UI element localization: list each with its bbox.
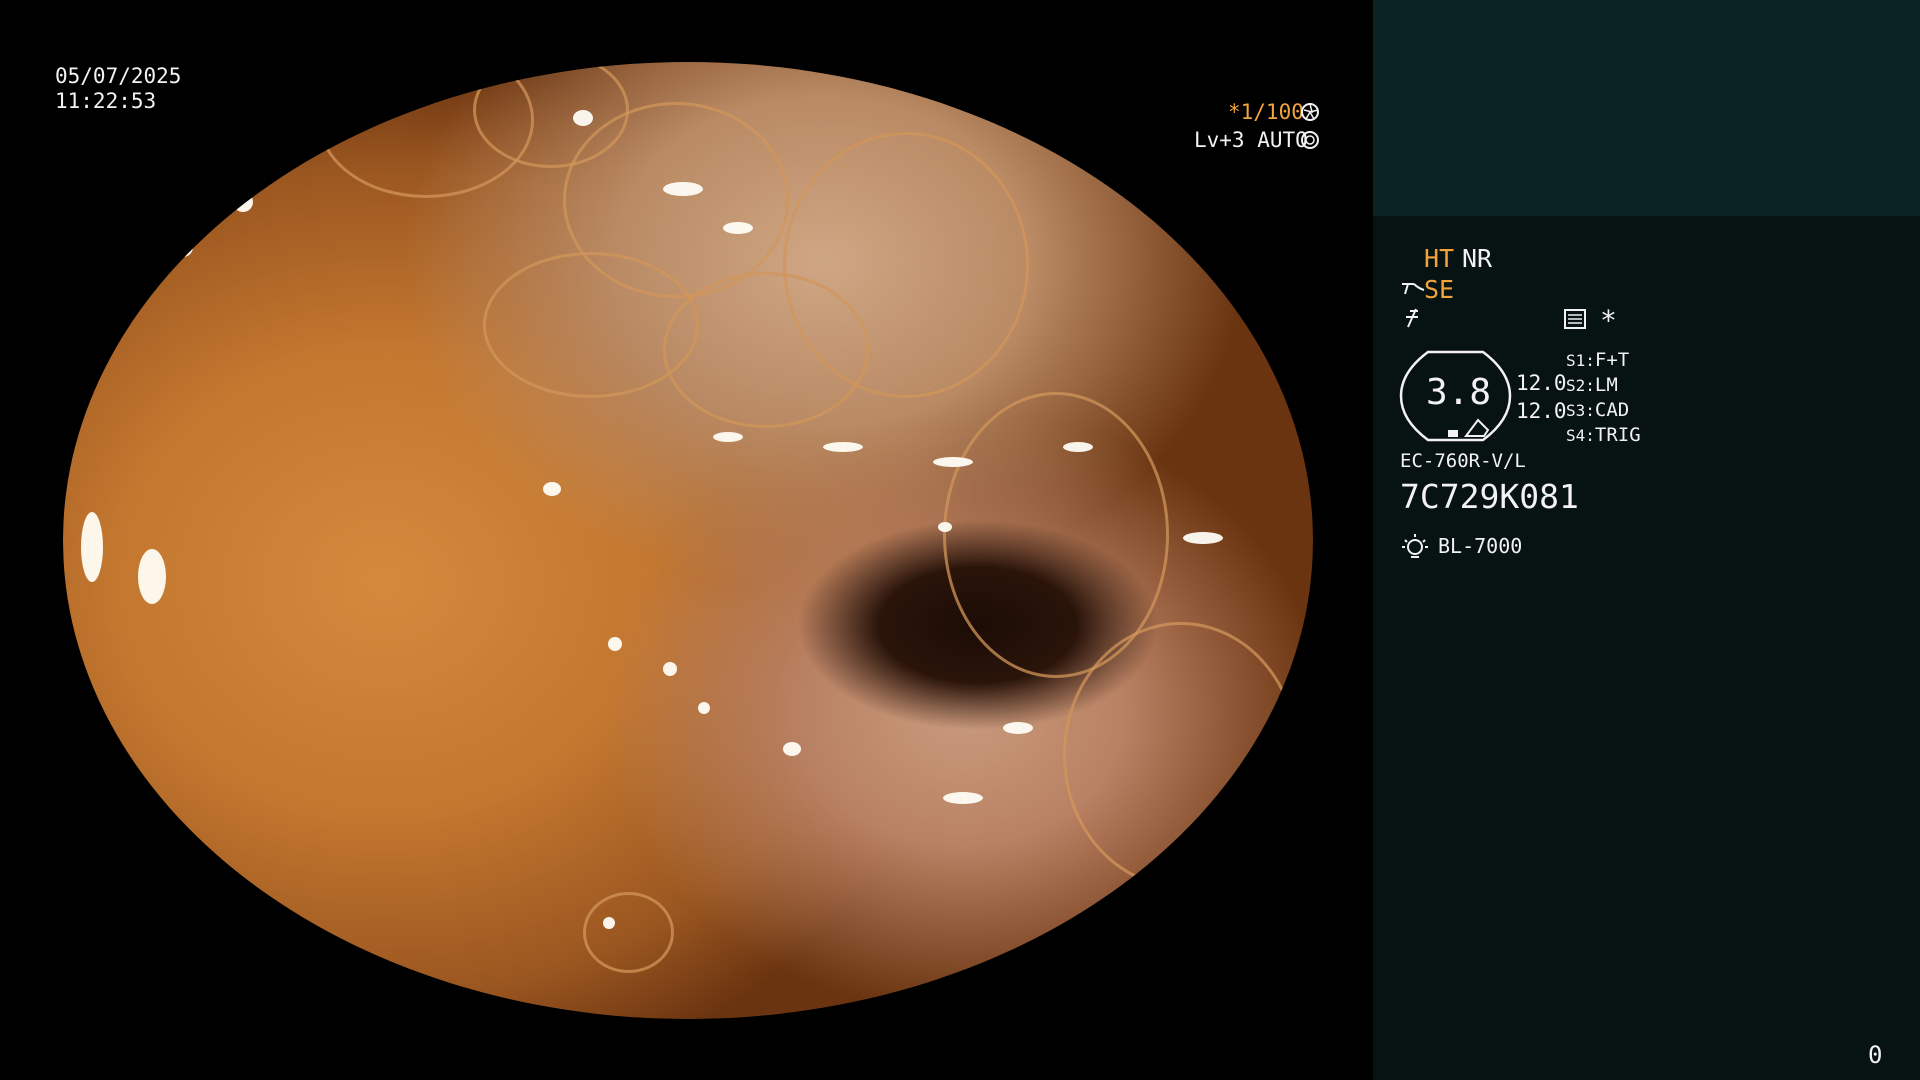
glint <box>933 457 973 467</box>
bubble <box>483 252 699 398</box>
switch-value: TRIG <box>1594 424 1641 446</box>
filter-icon <box>1406 308 1418 328</box>
switch-value: F+T <box>1594 349 1630 371</box>
mode-nr: NR <box>1462 244 1493 273</box>
switch-row-4: S4:TRIG <box>1566 424 1641 446</box>
auto-iris-icon <box>1301 131 1319 149</box>
glint <box>663 182 703 196</box>
magnification-value: 3.8 <box>1426 372 1492 413</box>
se-icon <box>1402 283 1425 295</box>
switch-row-3: S3:CAD <box>1566 399 1629 421</box>
glint <box>723 222 753 234</box>
iris-label: Lv+3 AUTO <box>1194 128 1308 152</box>
glint <box>1063 442 1093 452</box>
value-bottom: 12.0 <box>1516 399 1567 423</box>
glint <box>663 662 677 676</box>
switch-value: LM <box>1594 374 1618 396</box>
glint <box>1183 532 1223 544</box>
glint <box>603 917 615 929</box>
switch-row-2: S2:LM <box>1566 374 1618 396</box>
glint <box>713 432 743 442</box>
serial-number: 7C729K081 <box>1400 477 1579 516</box>
menu-icon <box>1564 309 1586 329</box>
glint <box>943 792 983 804</box>
mode-se: SE <box>1424 275 1455 304</box>
value-top: 12.0 <box>1516 371 1567 395</box>
glint <box>233 192 253 212</box>
light-source: BL-7000 <box>1438 534 1523 558</box>
glint <box>783 742 801 756</box>
bubble <box>1063 622 1299 888</box>
date-label: 05/07/2025 <box>55 64 182 88</box>
bottom-bar <box>0 1019 1372 1080</box>
switch-key: S1: <box>1566 351 1595 370</box>
counter: 0 <box>1868 1041 1883 1069</box>
switch-value: CAD <box>1594 399 1630 421</box>
switch-key: S4: <box>1566 426 1595 445</box>
glint <box>698 702 710 714</box>
lamp-icon <box>1402 534 1428 558</box>
glint <box>823 442 863 452</box>
glint <box>543 482 561 496</box>
glint <box>1003 722 1033 734</box>
info-panel-header <box>1373 0 1920 216</box>
iris-icon <box>1301 103 1319 121</box>
switch-key: S3: <box>1566 401 1595 420</box>
glint <box>173 237 193 257</box>
glint <box>938 522 952 532</box>
time-label: 11:22:53 <box>55 89 157 113</box>
mode-ht: HT <box>1424 244 1455 273</box>
glint <box>608 637 622 651</box>
shutter-label: *1/100 <box>1228 100 1304 124</box>
glint <box>81 512 103 582</box>
bubble <box>783 132 1029 398</box>
asterisk-label: * <box>1600 304 1617 337</box>
endoscope-view <box>63 62 1313 1019</box>
glint <box>138 549 166 604</box>
switch-key: S2: <box>1566 376 1595 395</box>
scope-model: EC-760R-V/L <box>1400 450 1526 472</box>
top-bar <box>0 0 1372 62</box>
switch-row-1: S1:F+T <box>1566 349 1629 371</box>
glint <box>573 110 593 126</box>
bubble <box>583 892 674 973</box>
